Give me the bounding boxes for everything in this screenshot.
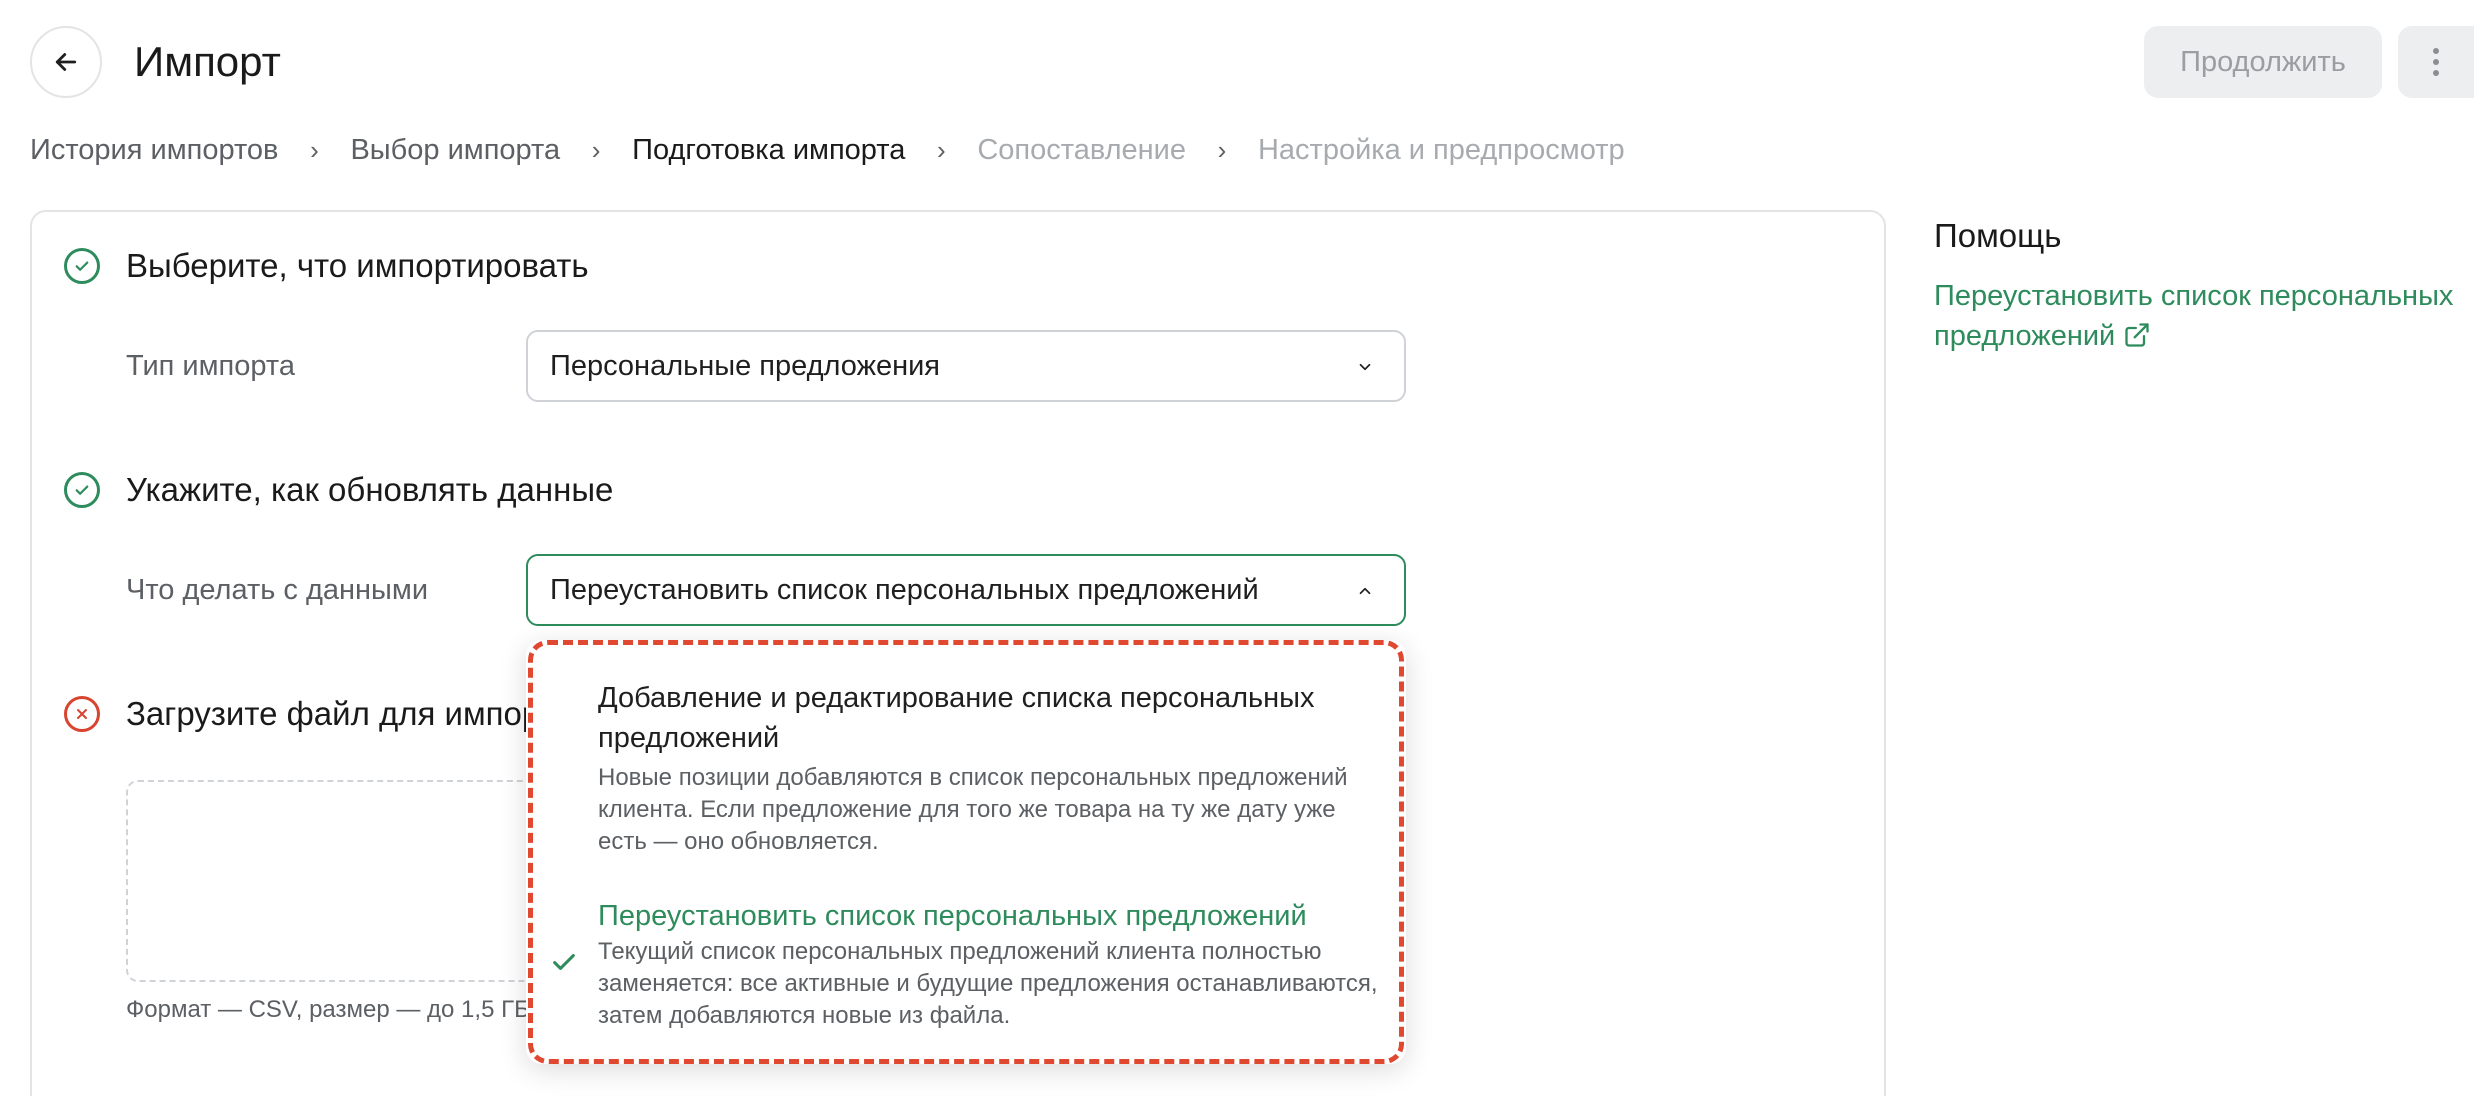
check-circle-icon [64,248,100,284]
import-type-label: Тип импорта [126,350,295,382]
chevron-down-icon [1359,363,1371,371]
more-button[interactable] [2398,26,2474,98]
check-icon [553,954,575,970]
file-format-hint: Формат — CSV, размер — до 1,5 ГБ [126,996,530,1023]
step-title-what: Выберите, что импортировать [126,247,589,284]
file-dropzone[interactable] [126,780,566,982]
breadcrumb-item-history[interactable]: История импортов [30,134,278,167]
option-title: Добавление и редактирование списка персо… [598,682,1315,754]
chevron-right-icon: › [591,134,601,165]
help-link[interactable]: Переустановить список персональных предл… [1934,276,2474,356]
more-vertical-icon [2433,48,2439,76]
x-circle-icon [64,696,100,732]
breadcrumb-item-choose[interactable]: Выбор импорта [350,134,560,167]
dropdown-option-reset[interactable]: Переустановить список персональных предл… [526,896,1406,1036]
breadcrumb-item-prepare: Подготовка импорта [632,133,906,166]
back-button[interactable] [30,26,102,98]
breadcrumb: История импортов › Выбор импорта › Подго… [30,128,1625,172]
step-title-update: Укажите, как обновлять данные [126,471,614,508]
chevron-up-icon [1359,587,1371,595]
data-action-value: Переустановить список персональных предл… [550,573,1259,606]
external-link-icon [2125,323,2149,347]
chevron-right-icon: › [1217,134,1227,165]
check-circle-icon [64,472,100,508]
help-link-label: Переустановить список персональных предл… [1934,280,2454,352]
arrow-left-icon [55,53,77,71]
import-type-select[interactable]: Персональные предложения [526,330,1406,402]
breadcrumb-item-settings: Настройка и предпросмотр [1257,133,1625,166]
breadcrumb-item-mapping: Сопоставление [977,133,1186,166]
import-type-value: Персональные предложения [550,349,941,382]
help-title: Помощь [1934,217,2062,254]
option-description: Новые позиции добавляются в список персо… [598,764,1348,855]
data-action-dropdown: Добавление и редактирование списка персо… [526,640,1406,1064]
option-title: Переустановить список персональных предл… [598,900,1307,932]
chevron-right-icon: › [310,134,319,165]
dropdown-option-add-edit[interactable]: Добавление и редактирование списка персо… [526,678,1406,878]
option-description: Текущий список персональных предложений … [598,938,1378,1029]
continue-button[interactable]: Продолжить [2144,26,2382,98]
page-title: Импорт [134,38,281,85]
chevron-right-icon: › [937,134,946,165]
data-action-label: Что делать с данными [126,574,429,606]
data-action-select[interactable]: Переустановить список персональных предл… [526,554,1406,626]
step-title-upload: Загрузите файл для импорта [126,695,573,732]
